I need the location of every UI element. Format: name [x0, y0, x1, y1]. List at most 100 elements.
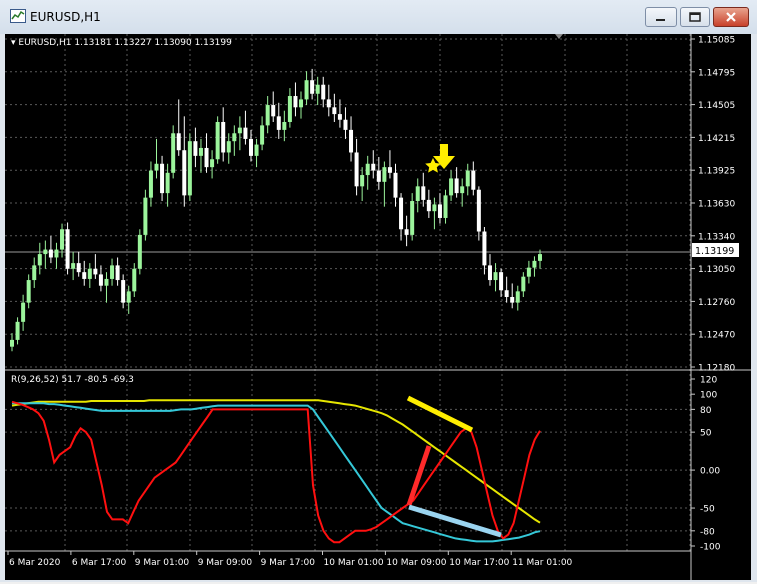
time-tick-label: 10 Mar 09:00 [386, 558, 446, 568]
chart-icon [10, 9, 26, 23]
chart-header: ▾ EURUSD,H1 1.13181 1.13227 1.13090 1.13… [11, 38, 232, 48]
candle [43, 240, 48, 269]
candle [337, 99, 342, 128]
candle [465, 163, 470, 196]
price-tick-label: 1.14795 [698, 68, 735, 78]
price-tick-label: 1.12760 [698, 298, 735, 308]
candle [48, 236, 53, 264]
candle [154, 138, 159, 179]
candle [304, 71, 309, 106]
candle [287, 88, 292, 128]
indicator-tick-label: 100 [700, 391, 717, 401]
candle [137, 229, 142, 275]
candle [482, 226, 487, 275]
terminal-window: EURUSD,H1 1.15085 1.14795 1.14505 1.1421… [0, 0, 757, 582]
time-tick-label: 10 Mar 17:00 [449, 558, 509, 568]
chart-shift-marker [555, 34, 563, 39]
indicator-tick-label: 0.00 [700, 467, 720, 477]
candle [115, 257, 120, 286]
candle [65, 222, 70, 275]
candle [526, 260, 531, 284]
candle [198, 138, 203, 173]
candle [354, 138, 359, 196]
candle [260, 116, 265, 151]
indicator-tick-label: -50 [700, 505, 715, 515]
candle [343, 107, 348, 139]
candle [37, 242, 42, 275]
candle [193, 127, 198, 168]
candle [521, 272, 526, 297]
chart-canvas[interactable]: 1.15085 1.14795 1.14505 1.14215 1.13925 1.136… [5, 34, 751, 580]
candle [82, 260, 87, 286]
candle [371, 150, 376, 179]
candle [421, 172, 426, 207]
candle [499, 268, 504, 297]
candle [215, 116, 220, 164]
time-tick-label: 9 Mar 17:00 [261, 558, 316, 568]
candle [143, 189, 148, 241]
price-tick-label: 1.13925 [698, 167, 735, 177]
price-tick-label: 1.12470 [698, 331, 735, 341]
candle [449, 170, 454, 202]
candle [399, 193, 404, 241]
candle [326, 84, 331, 117]
time-tick-label: 6 Mar 17:00 [72, 558, 127, 568]
candle [532, 256, 537, 277]
candle [510, 283, 515, 309]
time-tick-label: 9 Mar 09:00 [198, 558, 253, 568]
title-bar[interactable]: EURUSD,H1 [0, 0, 757, 34]
candle [54, 242, 59, 269]
close-button[interactable] [713, 7, 749, 27]
indicator-tick-label: -100 [700, 543, 721, 553]
candle [410, 193, 415, 241]
slow-line [11, 399, 541, 524]
candle [476, 186, 481, 241]
window-title: EURUSD,H1 [30, 10, 101, 24]
time-tick-label: 6 Mar 2020 [9, 558, 61, 568]
time-tick-label: 11 Mar 01:00 [512, 558, 572, 568]
candle [210, 150, 215, 179]
candle [232, 125, 237, 156]
candle [365, 155, 370, 190]
price-tick-label: 1.13630 [698, 200, 735, 210]
restore-icon [689, 12, 701, 22]
candle [493, 263, 498, 292]
candle [182, 116, 187, 207]
indicator-tick-label: 50 [700, 429, 712, 439]
candle [204, 133, 209, 173]
time-tick-label: 9 Mar 01:00 [135, 558, 190, 568]
candle [271, 91, 276, 122]
candle [276, 102, 281, 139]
candle [310, 68, 315, 100]
grid [5, 34, 691, 551]
current-price-label: 1.13199 [695, 246, 734, 257]
candle [87, 263, 92, 288]
minimize-button[interactable] [645, 7, 677, 27]
candle [471, 161, 476, 196]
candle [110, 258, 115, 286]
candle [93, 254, 98, 279]
candle [432, 197, 437, 230]
price-tick-label: 1.13340 [698, 232, 735, 242]
candle [515, 285, 520, 311]
candle [254, 138, 259, 168]
candle [415, 178, 420, 213]
candle [176, 99, 181, 156]
candle [299, 91, 304, 119]
candle [104, 272, 109, 303]
candle [360, 167, 365, 202]
candle [243, 110, 248, 145]
restore-button[interactable] [680, 7, 710, 27]
candle [32, 257, 37, 288]
candle [282, 110, 287, 142]
price-tick-label: 1.14215 [698, 134, 735, 144]
axes: 1.15085 1.14795 1.14505 1.14215 1.13925 1.136… [5, 34, 751, 580]
candle [437, 193, 442, 224]
indicator-label: R(9,26,52) 51.7 -80.5 -69.3 [11, 375, 134, 385]
red-trendline[interactable] [406, 445, 432, 506]
candle [504, 276, 509, 303]
current-price-marker: 1.13199 [692, 243, 739, 257]
chart-area[interactable]: 1.15085 1.14795 1.14505 1.14215 1.13925 1.136… [5, 34, 751, 580]
candle [15, 317, 20, 345]
candle [538, 249, 542, 269]
